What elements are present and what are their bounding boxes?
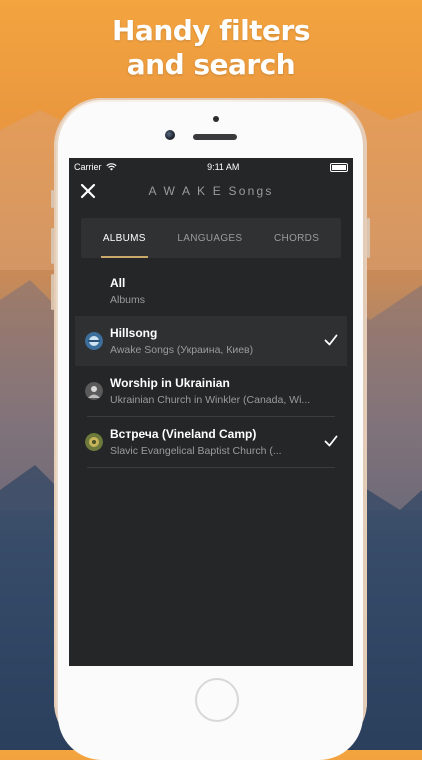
tab-languages-label: LANGUAGES: [177, 232, 243, 244]
headline-line-2: and search: [126, 48, 296, 81]
status-time: 9:11 AM: [207, 162, 240, 172]
volume-down-button: [51, 274, 54, 310]
list-item-subtitle: Albums: [110, 294, 146, 306]
tab-albums-label: ALBUMS: [102, 232, 146, 244]
tab-languages[interactable]: LANGUAGES: [169, 218, 250, 258]
proximity-sensor: [213, 116, 219, 122]
list-item-subtitle: Awake Songs (Украина, Киев): [110, 344, 254, 356]
list-item-title: Worship in Ukrainian: [110, 376, 230, 390]
album-list: All Albums Hillsong Awake Songs (Украина…: [69, 266, 353, 468]
home-button[interactable]: [195, 678, 239, 722]
nav-bar: A W A K E Songs: [69, 176, 353, 206]
list-item-vstrecha[interactable]: Встреча (Vineland Camp) Slavic Evangelic…: [69, 417, 353, 467]
checkmark-icon: [324, 435, 338, 447]
carrier-label: Carrier: [74, 162, 102, 172]
wifi-icon: [105, 163, 117, 171]
close-icon[interactable]: [79, 182, 97, 200]
tab-chords-label: CHORDS: [274, 232, 320, 244]
list-item-title: Встреча (Vineland Camp): [110, 427, 257, 441]
list-item-title: Hillsong: [110, 326, 158, 340]
battery-icon: [330, 162, 348, 172]
status-bar: Carrier 9:11 AM: [69, 158, 353, 176]
list-item-hillsong[interactable]: Hillsong Awake Songs (Украина, Киев): [75, 316, 347, 366]
list-item-subtitle: Slavic Evangelical Baptist Church (...: [110, 445, 282, 457]
list-item-title: All: [110, 276, 126, 290]
filter-tabs: ALBUMS LANGUAGES CHORDS: [81, 218, 341, 258]
mute-switch: [51, 190, 54, 208]
earpiece-speaker: [193, 134, 237, 140]
headline-line-1: Handy filters: [111, 14, 311, 47]
tab-albums[interactable]: ALBUMS: [95, 218, 154, 258]
app-screen: Carrier 9:11 AM A W A K E Songs ALBUMS L…: [69, 158, 353, 666]
list-item-all-albums[interactable]: All Albums: [69, 266, 353, 316]
power-button: [367, 218, 370, 258]
album-avatar: [85, 433, 103, 451]
row-divider: [87, 467, 335, 468]
list-item-subtitle: Ukrainian Church in Winkler (Canada, Wi.…: [110, 394, 311, 406]
nav-title: A W A K E Songs: [148, 184, 274, 198]
front-camera: [165, 130, 175, 140]
list-item-worship-in-ukrainian[interactable]: Worship in Ukrainian Ukrainian Church in…: [69, 366, 353, 416]
checkmark-icon: [324, 334, 338, 346]
volume-up-button: [51, 228, 54, 264]
promo-headline: Handy filters and search: [0, 14, 422, 82]
tab-chords[interactable]: CHORDS: [266, 218, 327, 258]
album-avatar: [85, 332, 103, 350]
album-avatar: [85, 382, 103, 400]
